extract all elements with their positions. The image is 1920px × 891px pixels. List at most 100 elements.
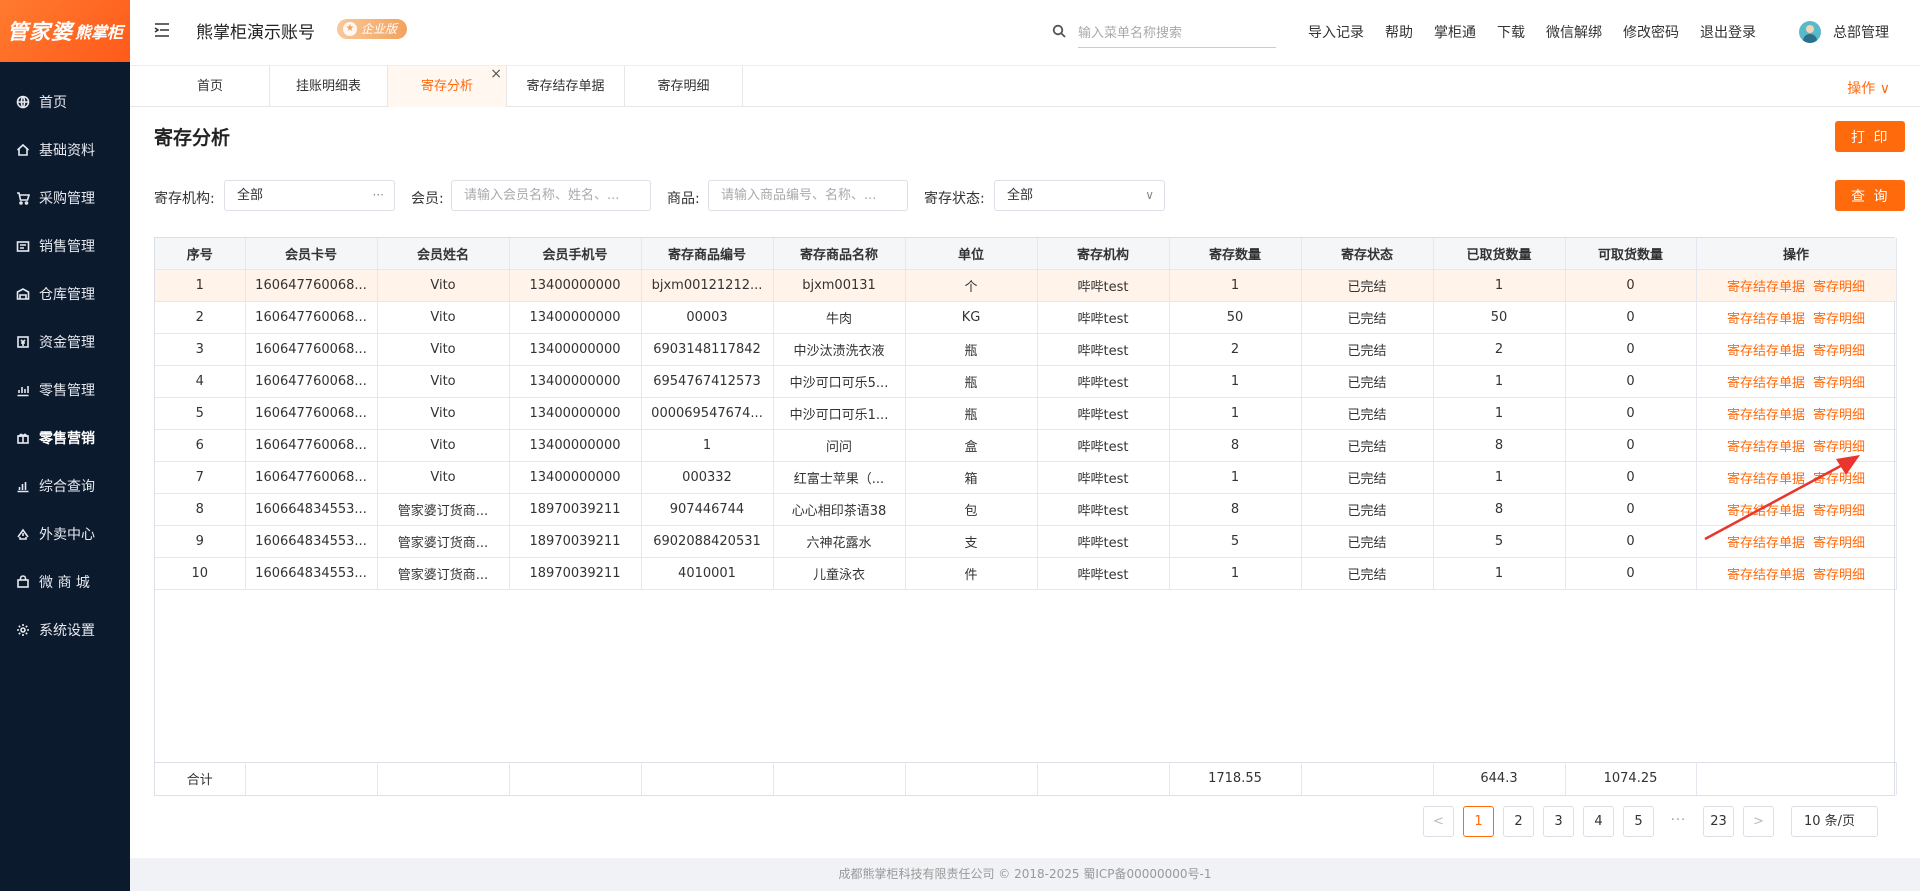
header-link-1[interactable]: 导入记录	[1308, 22, 1364, 42]
table-cell: 1	[641, 429, 774, 462]
query-button[interactable]: 查 询	[1835, 180, 1906, 211]
filter-status-select[interactable]: 全部 ∨	[994, 180, 1165, 211]
link-deposit-detail[interactable]: 寄存明细	[1813, 568, 1865, 583]
link-balance-document[interactable]: 寄存结存单据	[1727, 472, 1805, 487]
tab-4[interactable]: 寄存结存单据	[507, 66, 625, 107]
search-icon[interactable]	[1052, 24, 1066, 38]
link-deposit-detail[interactable]: 寄存明细	[1813, 440, 1865, 455]
table-cell: 个	[905, 269, 1038, 302]
table-row[interactable]: 7 160647760068... Vito 13400000000 000332 红富士…	[155, 461, 1897, 494]
table-row[interactable]: 10 160664834553... 管家婆订货商... 18970039211 401…	[155, 557, 1897, 590]
link-balance-document[interactable]: 寄存结存单据	[1727, 344, 1805, 359]
user-name[interactable]: 总部管理	[1833, 22, 1889, 42]
chevron-down-icon[interactable]: ∨	[1145, 181, 1154, 210]
next-page-button[interactable]: >	[1743, 806, 1774, 837]
link-deposit-detail[interactable]: 寄存明细	[1813, 504, 1865, 519]
table-row[interactable]: 4 160647760068... Vito 13400000000 695476741…	[155, 365, 1897, 398]
user-menu[interactable]: 总部管理	[1799, 21, 1889, 43]
link-deposit-detail[interactable]: 寄存明细	[1813, 536, 1865, 551]
table-cell: 000332	[641, 461, 774, 494]
menu-search-input[interactable]	[1078, 20, 1276, 48]
brand-logo[interactable]: 管家婆 熊掌柜	[0, 0, 130, 62]
link-balance-document[interactable]: 寄存结存单据	[1727, 408, 1805, 423]
sidebar-item-1[interactable]: 首页	[0, 78, 130, 126]
table-row[interactable]: 2 160647760068... Vito 13400000000 00003 牛肉 KG…	[155, 301, 1897, 334]
table-row[interactable]: 6 160647760068... Vito 13400000000 1 问问盒哔哔tes…	[155, 429, 1897, 462]
table-cell: 00003	[641, 301, 774, 334]
prev-page-button[interactable]: <	[1423, 806, 1454, 837]
table-row[interactable]: 1 160647760068... Vito 13400000000 bjxm00121…	[155, 269, 1897, 302]
table-cell: 8	[155, 493, 246, 526]
tab-2[interactable]: 挂账明细表	[270, 66, 388, 107]
page-title: 寄存分析	[154, 127, 231, 149]
link-deposit-detail[interactable]: 寄存明细	[1813, 312, 1865, 327]
print-button[interactable]: 打 印	[1835, 121, 1906, 152]
page-ellipsis[interactable]: ···	[1663, 806, 1694, 837]
sidebar-item-label: 系统设置	[39, 623, 95, 639]
link-balance-document[interactable]: 寄存结存单据	[1727, 440, 1805, 455]
sidebar-item-10[interactable]: 外卖中心	[0, 510, 130, 558]
link-balance-document[interactable]: 寄存结存单据	[1727, 376, 1805, 391]
page-button-4[interactable]: 4	[1583, 806, 1614, 837]
menu-toggle-icon[interactable]	[153, 21, 171, 39]
header-link-6[interactable]: 修改密码	[1623, 22, 1679, 42]
avatar[interactable]	[1799, 21, 1821, 43]
header-link-2[interactable]: 帮助	[1385, 22, 1413, 42]
sidebar-item-8[interactable]: 零售营销	[0, 414, 130, 462]
sidebar-item-11[interactable]: 微 商 城	[0, 558, 130, 606]
table-row[interactable]: 3 160647760068... Vito 13400000000 690314811…	[155, 333, 1897, 366]
tab-3[interactable]: 寄存分析 ×	[388, 66, 507, 107]
filter-org-select[interactable]: 全部 ···	[224, 180, 395, 211]
header-link-5[interactable]: 微信解绑	[1546, 22, 1602, 42]
bar-chart-icon	[16, 479, 30, 493]
close-icon[interactable]: ×	[490, 54, 502, 95]
header-link-4[interactable]: 下载	[1497, 22, 1525, 42]
link-balance-document[interactable]: 寄存结存单据	[1727, 568, 1805, 583]
sidebar-item-12[interactable]: 系统设置	[0, 606, 130, 654]
header-link-3[interactable]: 掌柜通	[1434, 22, 1476, 42]
sidebar-item-9[interactable]: 综合查询	[0, 462, 130, 510]
table-row[interactable]: 9 160664834553... 管家婆订货商... 18970039211 6902…	[155, 525, 1897, 558]
table-row[interactable]: 8 160664834553... 管家婆订货商... 18970039211 9074…	[155, 493, 1897, 526]
link-balance-document[interactable]: 寄存结存单据	[1727, 280, 1805, 295]
page-button-2[interactable]: 2	[1503, 806, 1534, 837]
sidebar-item-7[interactable]: 零售管理	[0, 366, 130, 414]
filter-member-input[interactable]: 请输入会员名称、姓名、...	[451, 180, 651, 211]
tab-5[interactable]: 寄存明细	[625, 66, 743, 107]
tab-operations-dropdown[interactable]: 操作 ∨	[1847, 78, 1890, 98]
link-balance-document[interactable]: 寄存结存单据	[1727, 504, 1805, 519]
tab-1[interactable]: 首页	[151, 66, 270, 107]
link-balance-document[interactable]: 寄存结存单据	[1727, 312, 1805, 327]
header-link-7[interactable]: 退出登录	[1700, 22, 1756, 42]
link-deposit-detail[interactable]: 寄存明细	[1813, 344, 1865, 359]
page-button-1[interactable]: 1	[1463, 806, 1494, 837]
table-cell: bjxm00131	[773, 269, 906, 302]
link-deposit-detail[interactable]: 寄存明细	[1813, 472, 1865, 487]
link-deposit-detail[interactable]: 寄存明细	[1813, 280, 1865, 295]
sidebar-item-6[interactable]: 资金管理	[0, 318, 130, 366]
sidebar-item-5[interactable]: 仓库管理	[0, 270, 130, 318]
table-cell: 0	[1565, 333, 1697, 366]
page-size-select[interactable]: 10 条/页	[1791, 806, 1878, 837]
link-balance-document[interactable]: 寄存结存单据	[1727, 536, 1805, 551]
link-deposit-detail[interactable]: 寄存明细	[1813, 408, 1865, 423]
page-button-last[interactable]: 23	[1703, 806, 1734, 837]
page-button-5[interactable]: 5	[1623, 806, 1654, 837]
filter-goods-input[interactable]: 请输入商品编号、名称、...	[708, 180, 908, 211]
sidebar-item-3[interactable]: 采购管理	[0, 174, 130, 222]
table-cell: 160664834553...	[245, 525, 378, 558]
tab-label: 挂账明细表	[295, 79, 361, 94]
more-icon[interactable]: ···	[373, 181, 384, 210]
page-button-3[interactable]: 3	[1543, 806, 1574, 837]
table-cell: 8	[1433, 493, 1566, 526]
table-cell: 6903148117842	[641, 333, 774, 366]
sidebar-item-label: 资金管理	[39, 335, 95, 351]
sidebar-item-label: 销售管理	[39, 239, 95, 255]
sidebar-item-4[interactable]: 销售管理	[0, 222, 130, 270]
table-cell: 已完结	[1301, 429, 1434, 462]
link-deposit-detail[interactable]: 寄存明细	[1813, 376, 1865, 391]
table-row[interactable]: 5 160647760068... Vito 13400000000 000069547…	[155, 397, 1897, 430]
sidebar-item-2[interactable]: 基础资料	[0, 126, 130, 174]
sidebar-item-label: 外卖中心	[39, 527, 95, 543]
table-cell: 1	[1433, 269, 1566, 302]
